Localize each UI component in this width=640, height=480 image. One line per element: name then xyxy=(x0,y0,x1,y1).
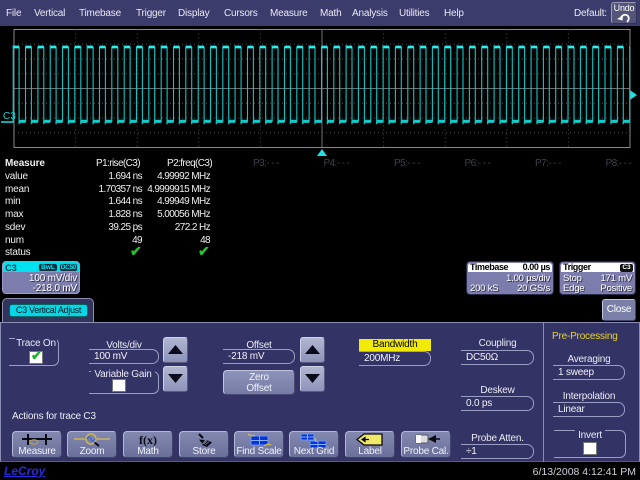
svg-text:C3: C3 xyxy=(3,111,16,122)
